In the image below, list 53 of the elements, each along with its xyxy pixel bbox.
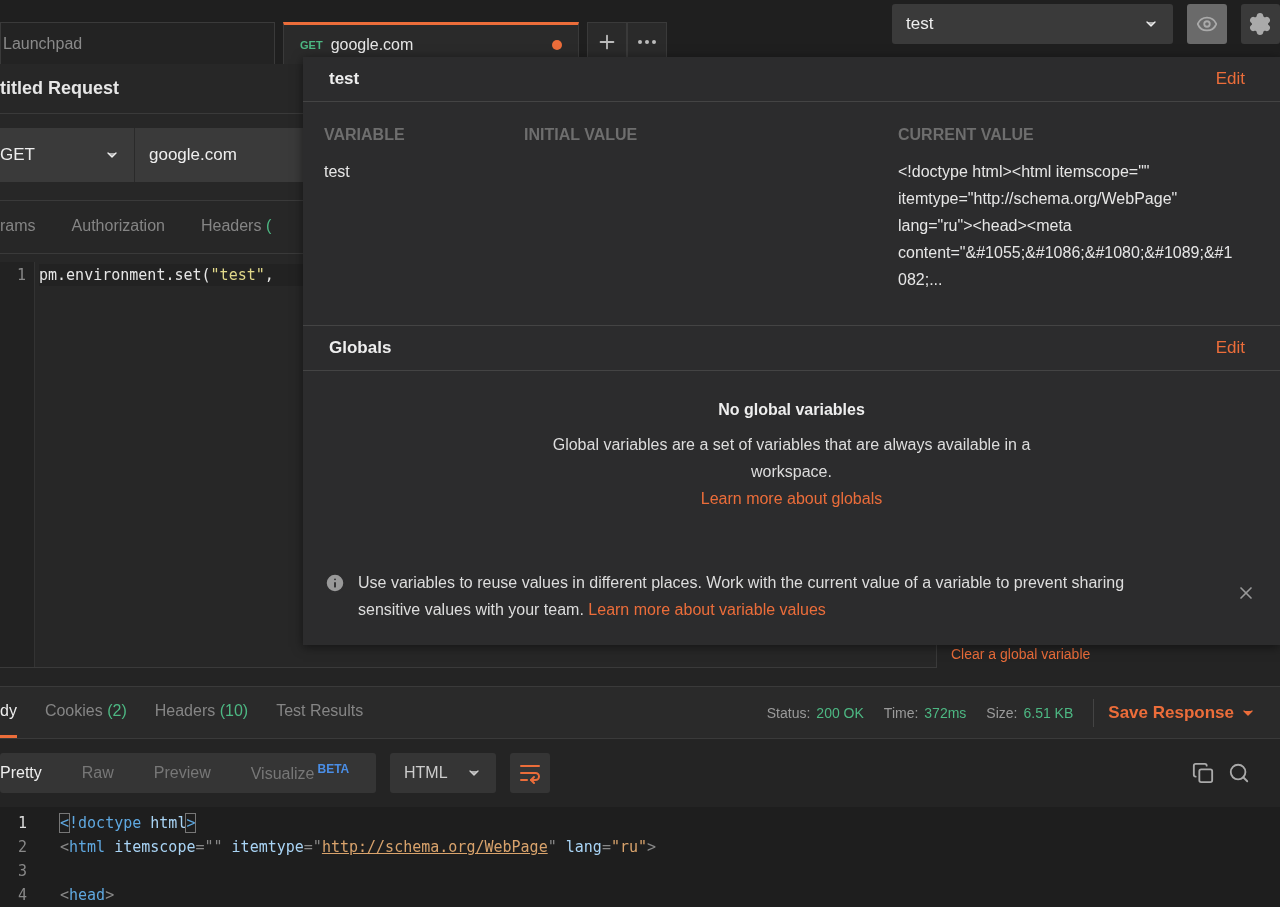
eye-icon[interactable] bbox=[1187, 4, 1227, 45]
code-line: <head> bbox=[60, 886, 115, 904]
settings-icon[interactable] bbox=[1240, 4, 1280, 45]
request-section-tab[interactable]: rams bbox=[0, 217, 36, 238]
line-number: 3 bbox=[17, 861, 27, 882]
empty-description: Global variables are a set of variables that are always available in a workspace. bbox=[551, 435, 1032, 482]
line-number: 4 bbox=[17, 885, 27, 906]
unsaved-dot bbox=[552, 39, 562, 50]
response-tab[interactable]: Cookies (2) bbox=[44, 687, 127, 738]
info-message: Use variables to reuse values in different places. Work with the current value of a variable to prevent sharing sensitive values with your team. Learn more about variable values bbox=[358, 573, 1126, 620]
environment-name: test bbox=[329, 69, 360, 89]
stat-label: Time: bbox=[883, 704, 919, 721]
stat-label: Status: bbox=[766, 704, 811, 721]
copy-icon[interactable] bbox=[1192, 761, 1214, 784]
method-select[interactable]: GET bbox=[0, 128, 135, 183]
view-option[interactable]: Raw bbox=[81, 763, 114, 782]
code-line: <html itemscope="" itemtype="http://schema.org/WebPage" lang="ru"> bbox=[60, 838, 657, 856]
search-icon[interactable] bbox=[1228, 761, 1250, 784]
clear-global-link[interactable]: Clear a global variable bbox=[951, 646, 1272, 663]
view-option[interactable]: Preview bbox=[153, 763, 211, 782]
line-number: 1 bbox=[17, 813, 27, 834]
stat-label: Size: bbox=[986, 704, 1018, 721]
more-icon bbox=[638, 40, 656, 45]
request-section-tab[interactable]: Authorization bbox=[71, 217, 165, 238]
request-section-tab[interactable]: Headers ( bbox=[200, 217, 272, 238]
request-tab[interactable]: Launchpad bbox=[0, 22, 275, 65]
variable-values-link[interactable]: Learn more about variable values bbox=[588, 601, 826, 618]
variable-name: test bbox=[324, 162, 351, 182]
code-line: <!doctype html> bbox=[60, 814, 196, 832]
stat-value: 6.51 KB bbox=[1023, 704, 1074, 721]
column-header: CURRENT VALUE bbox=[898, 126, 1035, 144]
info-icon bbox=[324, 572, 346, 594]
globals-title: Globals bbox=[329, 338, 392, 358]
column-header: INITIAL VALUE bbox=[524, 126, 639, 144]
empty-title: No global variables bbox=[718, 401, 865, 419]
format-select[interactable]: HTML bbox=[390, 752, 496, 793]
request-title: titled Request bbox=[0, 78, 119, 100]
edit-link[interactable]: Edit bbox=[1215, 338, 1245, 358]
wrap-lines-button[interactable] bbox=[510, 752, 550, 793]
response-tab[interactable]: Test Results bbox=[276, 687, 364, 738]
save-response-button[interactable]: Save Response bbox=[1093, 698, 1256, 727]
stat-value: 200 OK bbox=[816, 704, 864, 721]
globals-help-link[interactable]: Learn more about globals bbox=[700, 485, 883, 512]
line-number: 1 bbox=[16, 265, 26, 287]
response-tab[interactable]: Headers (10) bbox=[154, 687, 249, 738]
environment-select[interactable]: test bbox=[892, 4, 1174, 45]
column-header: VARIABLE bbox=[324, 126, 406, 144]
response-tab[interactable]: dy bbox=[0, 687, 17, 738]
view-option[interactable]: Pretty bbox=[0, 763, 42, 782]
line-number: 2 bbox=[17, 837, 27, 858]
edit-link[interactable]: Edit bbox=[1215, 69, 1245, 89]
view-option[interactable]: Visualize $^{BETA}$ bbox=[250, 762, 350, 784]
stat-value: 372ms bbox=[924, 704, 967, 721]
